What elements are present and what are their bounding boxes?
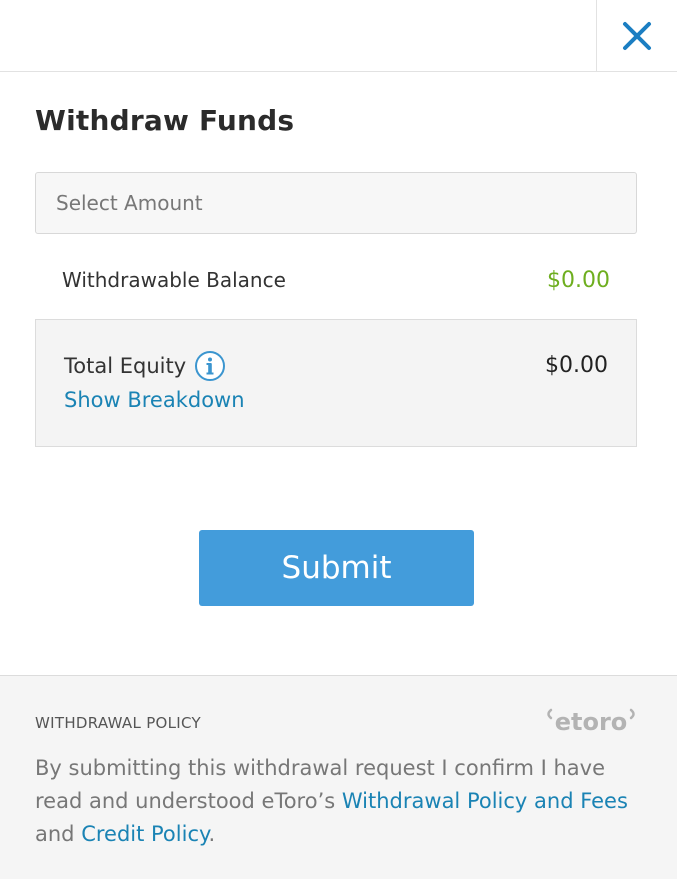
header-bar: [0, 0, 677, 72]
withdrawal-policy-footer: WITHDRAWAL POLICY etoro By submitting th…: [0, 675, 677, 879]
page-title: Withdraw Funds: [35, 104, 295, 137]
withdrawal-policy-fees-link[interactable]: Withdrawal Policy and Fees: [342, 789, 628, 813]
amount-input[interactable]: [35, 172, 637, 234]
etoro-logo-text: etoro: [555, 708, 628, 736]
info-icon[interactable]: [194, 350, 226, 382]
close-icon[interactable]: [621, 20, 653, 52]
close-button[interactable]: [596, 0, 677, 71]
policy-text-part-2: and: [35, 822, 82, 846]
withdrawable-balance-label: Withdrawable Balance: [62, 268, 286, 292]
withdrawable-balance-row: Withdrawable Balance $0.00: [35, 250, 637, 310]
withdrawal-policy-title: WITHDRAWAL POLICY: [35, 714, 202, 732]
total-equity-panel: Total Equity $0.00 Show Breakdown: [35, 319, 637, 447]
total-equity-label-group: Total Equity: [64, 350, 226, 382]
total-equity-value: $0.00: [545, 353, 608, 378]
show-breakdown-link[interactable]: Show Breakdown: [64, 388, 245, 412]
submit-button[interactable]: Submit: [199, 530, 474, 606]
policy-text-part-3: .: [208, 822, 216, 846]
etoro-logo: etoro: [547, 708, 635, 736]
withdrawal-policy-text: By submitting this withdrawal request I …: [35, 752, 645, 851]
total-equity-label: Total Equity: [64, 354, 187, 378]
withdrawable-balance-value: $0.00: [547, 267, 610, 293]
credit-policy-link[interactable]: Credit Policy: [81, 822, 208, 846]
